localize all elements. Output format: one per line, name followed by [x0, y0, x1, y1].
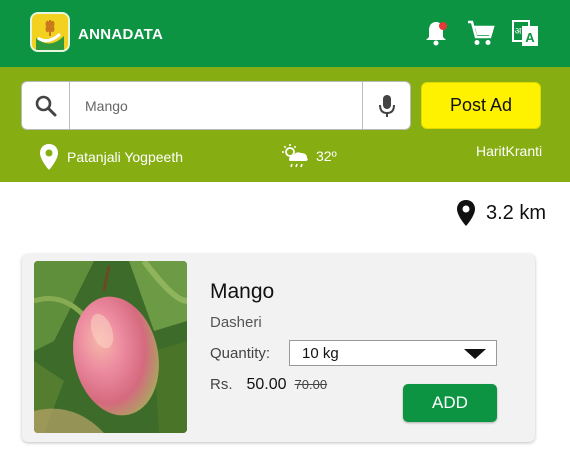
- price-row: Rs. 50.00 70.00: [210, 376, 327, 394]
- cart-icon[interactable]: [466, 18, 496, 48]
- distance-value: 3.2 km: [485, 201, 546, 224]
- search-icon[interactable]: [22, 82, 70, 129]
- app-logo[interactable]: [30, 12, 70, 52]
- post-ad-button[interactable]: Post Ad: [421, 82, 541, 129]
- location-pin-icon: [456, 200, 475, 226]
- translate-icon[interactable]: A अ: [510, 18, 540, 48]
- weather-info: 32º: [279, 143, 337, 169]
- notification-dot: [439, 22, 447, 30]
- location-name: Patanjali Yogpeeth: [67, 149, 183, 165]
- temperature: 32º: [316, 148, 337, 164]
- quantity-value: 10 kg: [302, 344, 339, 362]
- product-card[interactable]: Mango Dasheri Quantity: 10 kg Rs. 50.00 …: [22, 254, 535, 442]
- distance-indicator: 3.2 km: [456, 199, 546, 227]
- product-name: Mango: [210, 280, 275, 303]
- quantity-label: Quantity:: [210, 345, 271, 362]
- search-input[interactable]: [70, 82, 362, 129]
- svg-text:A: A: [525, 30, 535, 45]
- app-title: ANNADATA: [78, 26, 164, 43]
- svg-text:अ: अ: [515, 27, 523, 37]
- dropdown-arrow-icon: [464, 349, 486, 359]
- search-box: [21, 81, 411, 130]
- partly-cloudy-rain-icon: [282, 144, 308, 168]
- price: 50.00: [246, 376, 287, 393]
- quantity-dropdown[interactable]: 10 kg: [289, 340, 497, 366]
- location-info[interactable]: Patanjali Yogpeeth: [39, 143, 183, 171]
- add-to-cart-button[interactable]: ADD: [403, 384, 497, 422]
- wheat-hands-logo-icon: [32, 14, 68, 50]
- product-image[interactable]: [34, 261, 187, 433]
- currency-label: Rs.: [210, 376, 233, 393]
- brand-label: HaritKranti: [476, 143, 543, 159]
- microphone-icon[interactable]: [362, 82, 410, 129]
- location-pin-icon: [40, 144, 58, 170]
- original-price: 70.00: [294, 377, 328, 392]
- app-bar: ANNADATA A अ: [0, 0, 570, 67]
- product-variety: Dasheri: [210, 314, 262, 331]
- notification-bell-icon[interactable]: [421, 18, 451, 48]
